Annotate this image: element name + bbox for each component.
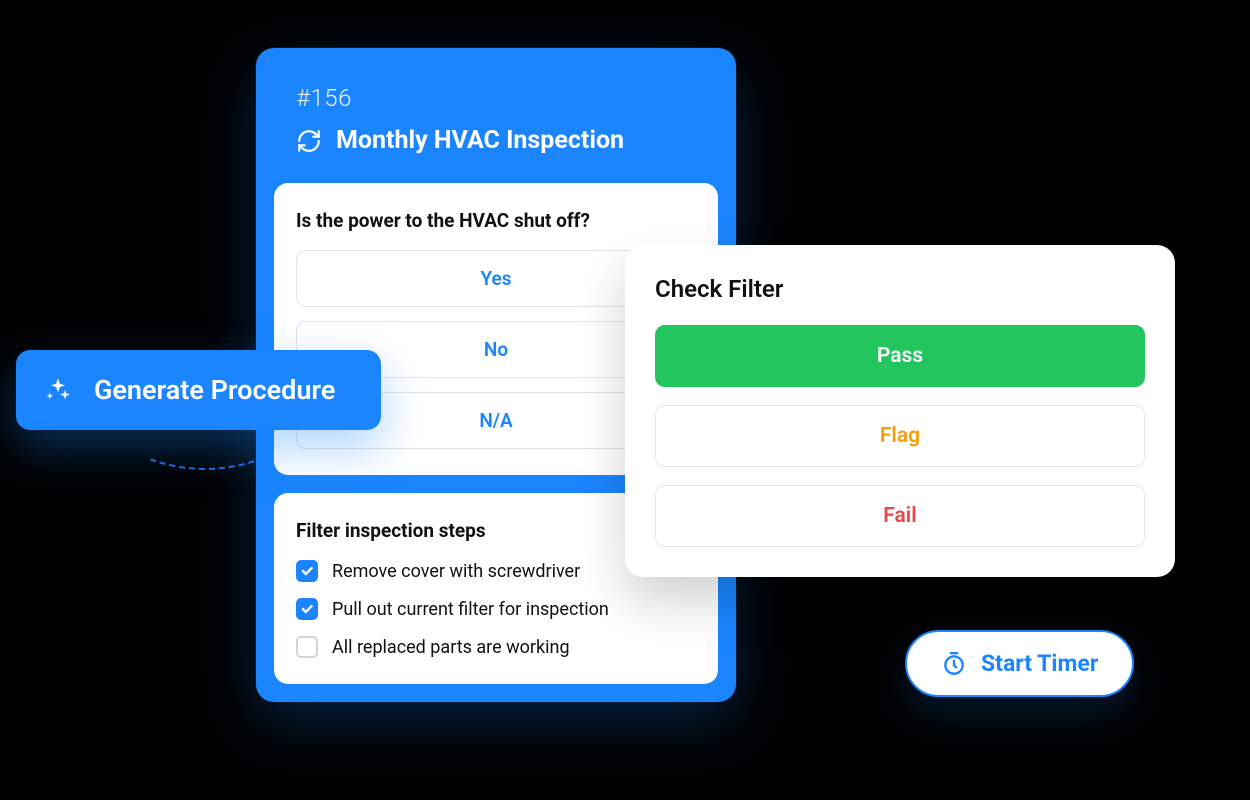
flag-button[interactable]: Flag <box>655 405 1145 467</box>
checklist-item[interactable]: Pull out current filter for inspection <box>296 598 696 620</box>
question-title: Is the power to the HVAC shut off? <box>296 209 696 232</box>
pass-button[interactable]: Pass <box>655 325 1145 387</box>
fail-button[interactable]: Fail <box>655 485 1145 547</box>
generate-procedure-button[interactable]: Generate Procedure <box>16 350 381 430</box>
start-timer-button[interactable]: Start Timer <box>905 630 1134 697</box>
sync-icon <box>296 128 322 154</box>
check-filter-card: Check Filter Pass Flag Fail <box>625 245 1175 577</box>
sparkle-icon <box>44 376 72 404</box>
timer-icon <box>941 651 967 677</box>
timer-button-label: Start Timer <box>981 650 1098 677</box>
checkbox-unchecked-icon[interactable] <box>296 636 318 658</box>
card-title: Monthly HVAC Inspection <box>336 126 624 155</box>
filter-title: Check Filter <box>655 275 1145 303</box>
checklist-item-label: Remove cover with screwdriver <box>332 561 580 582</box>
checklist-item-label: All replaced parts are working <box>332 637 570 658</box>
checkbox-checked-icon[interactable] <box>296 598 318 620</box>
checklist-item-label: Pull out current filter for inspection <box>332 599 609 620</box>
card-id: #156 <box>296 84 696 112</box>
generate-button-label: Generate Procedure <box>94 374 335 406</box>
checkbox-checked-icon[interactable] <box>296 560 318 582</box>
checklist-item[interactable]: All replaced parts are working <box>296 636 696 658</box>
